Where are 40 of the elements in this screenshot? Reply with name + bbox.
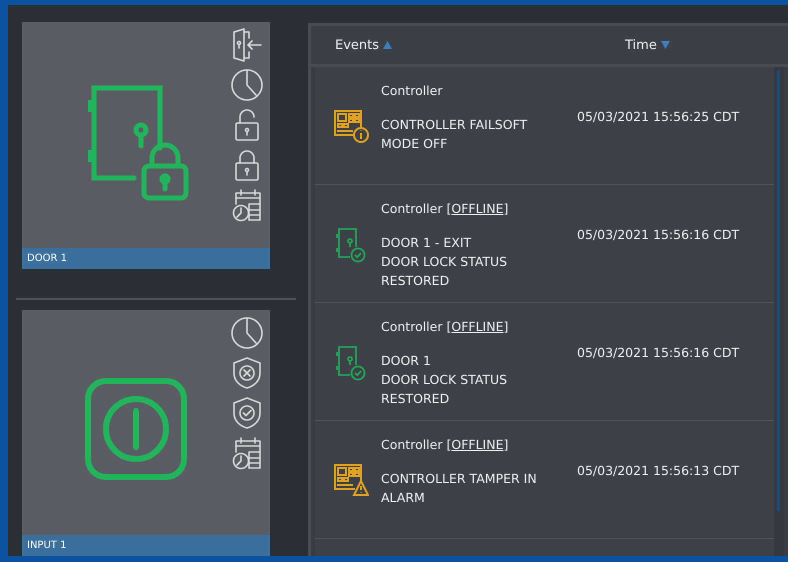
power-icon bbox=[84, 377, 188, 482]
event-time: 05/03/2021 15:56:16 CDT bbox=[577, 344, 740, 362]
calendar-clock-icon[interactable] bbox=[230, 188, 264, 222]
event-time: 05/03/2021 15:56:13 CDT bbox=[577, 462, 740, 480]
event-row[interactable]: Controller [OFFLINE] DOOR 1 - EXIT DOOR LOCK STATUS RESTORED 05/03/2021 15:56:16 CDT bbox=[315, 185, 774, 303]
event-message: DOOR LOCK STATUS RESTORED bbox=[381, 371, 508, 408]
controller-info-icon bbox=[333, 109, 369, 143]
door-check-icon bbox=[336, 345, 366, 381]
event-row[interactable]: Controller [OFFLINE] DOOR 1 DOOR LOCK STATUS RESTORED 05/03/2021 15:56:16 CDT bbox=[315, 303, 774, 421]
event-message: CONTROLLER FAILSOFT MODE OFF bbox=[381, 116, 528, 153]
shield-cross-icon[interactable] bbox=[230, 356, 264, 390]
offline-link[interactable]: [OFFLINE] bbox=[446, 319, 508, 334]
event-row[interactable]: Controller CONTROLLER FAILSOFT MODE OFF 05/03/2021 15:56:25 CDT bbox=[315, 67, 774, 185]
door-exit-icon[interactable] bbox=[230, 28, 264, 62]
shield-check-icon[interactable] bbox=[230, 396, 264, 430]
door-check-icon bbox=[336, 227, 366, 263]
clock-icon[interactable] bbox=[230, 68, 264, 102]
source-name: Controller bbox=[381, 437, 442, 452]
source-name: Controller bbox=[381, 319, 442, 334]
event-message: DOOR LOCK STATUS RESTORED bbox=[381, 253, 508, 290]
event-message: DOOR 1 - EXIT bbox=[381, 234, 472, 252]
event-message: DOOR 1 bbox=[381, 352, 432, 370]
source-name: Controller bbox=[381, 83, 442, 98]
clock-icon[interactable] bbox=[230, 316, 264, 350]
offline-link[interactable]: [OFFLINE] bbox=[446, 437, 508, 452]
event-row[interactable]: Controller [OFFLINE] CONTROLLER TAMPER IN ALARM 05/03/2021 15:56:13 CDT bbox=[315, 421, 774, 539]
offline-link[interactable]: [OFFLINE] bbox=[446, 201, 508, 216]
calendar-clock-icon[interactable] bbox=[230, 436, 264, 470]
device-label: INPUT 1 bbox=[22, 535, 270, 556]
event-message: CONTROLLER TAMPER IN ALARM bbox=[381, 470, 538, 507]
scrollbar[interactable] bbox=[774, 67, 784, 556]
column-header[interactable]: Time bbox=[625, 38, 670, 52]
column-header[interactable]: Events bbox=[335, 38, 625, 52]
source-name: Controller bbox=[381, 201, 442, 216]
device-tile[interactable]: INPUT 1 bbox=[22, 310, 270, 556]
event-time: 05/03/2021 15:56:25 CDT bbox=[577, 108, 740, 126]
device-tile[interactable]: DOOR 1 bbox=[22, 22, 270, 268]
device-label: DOOR 1 bbox=[22, 248, 270, 268]
event-time: 05/03/2021 15:56:16 CDT bbox=[577, 226, 740, 244]
controller-warning-icon bbox=[333, 463, 369, 497]
